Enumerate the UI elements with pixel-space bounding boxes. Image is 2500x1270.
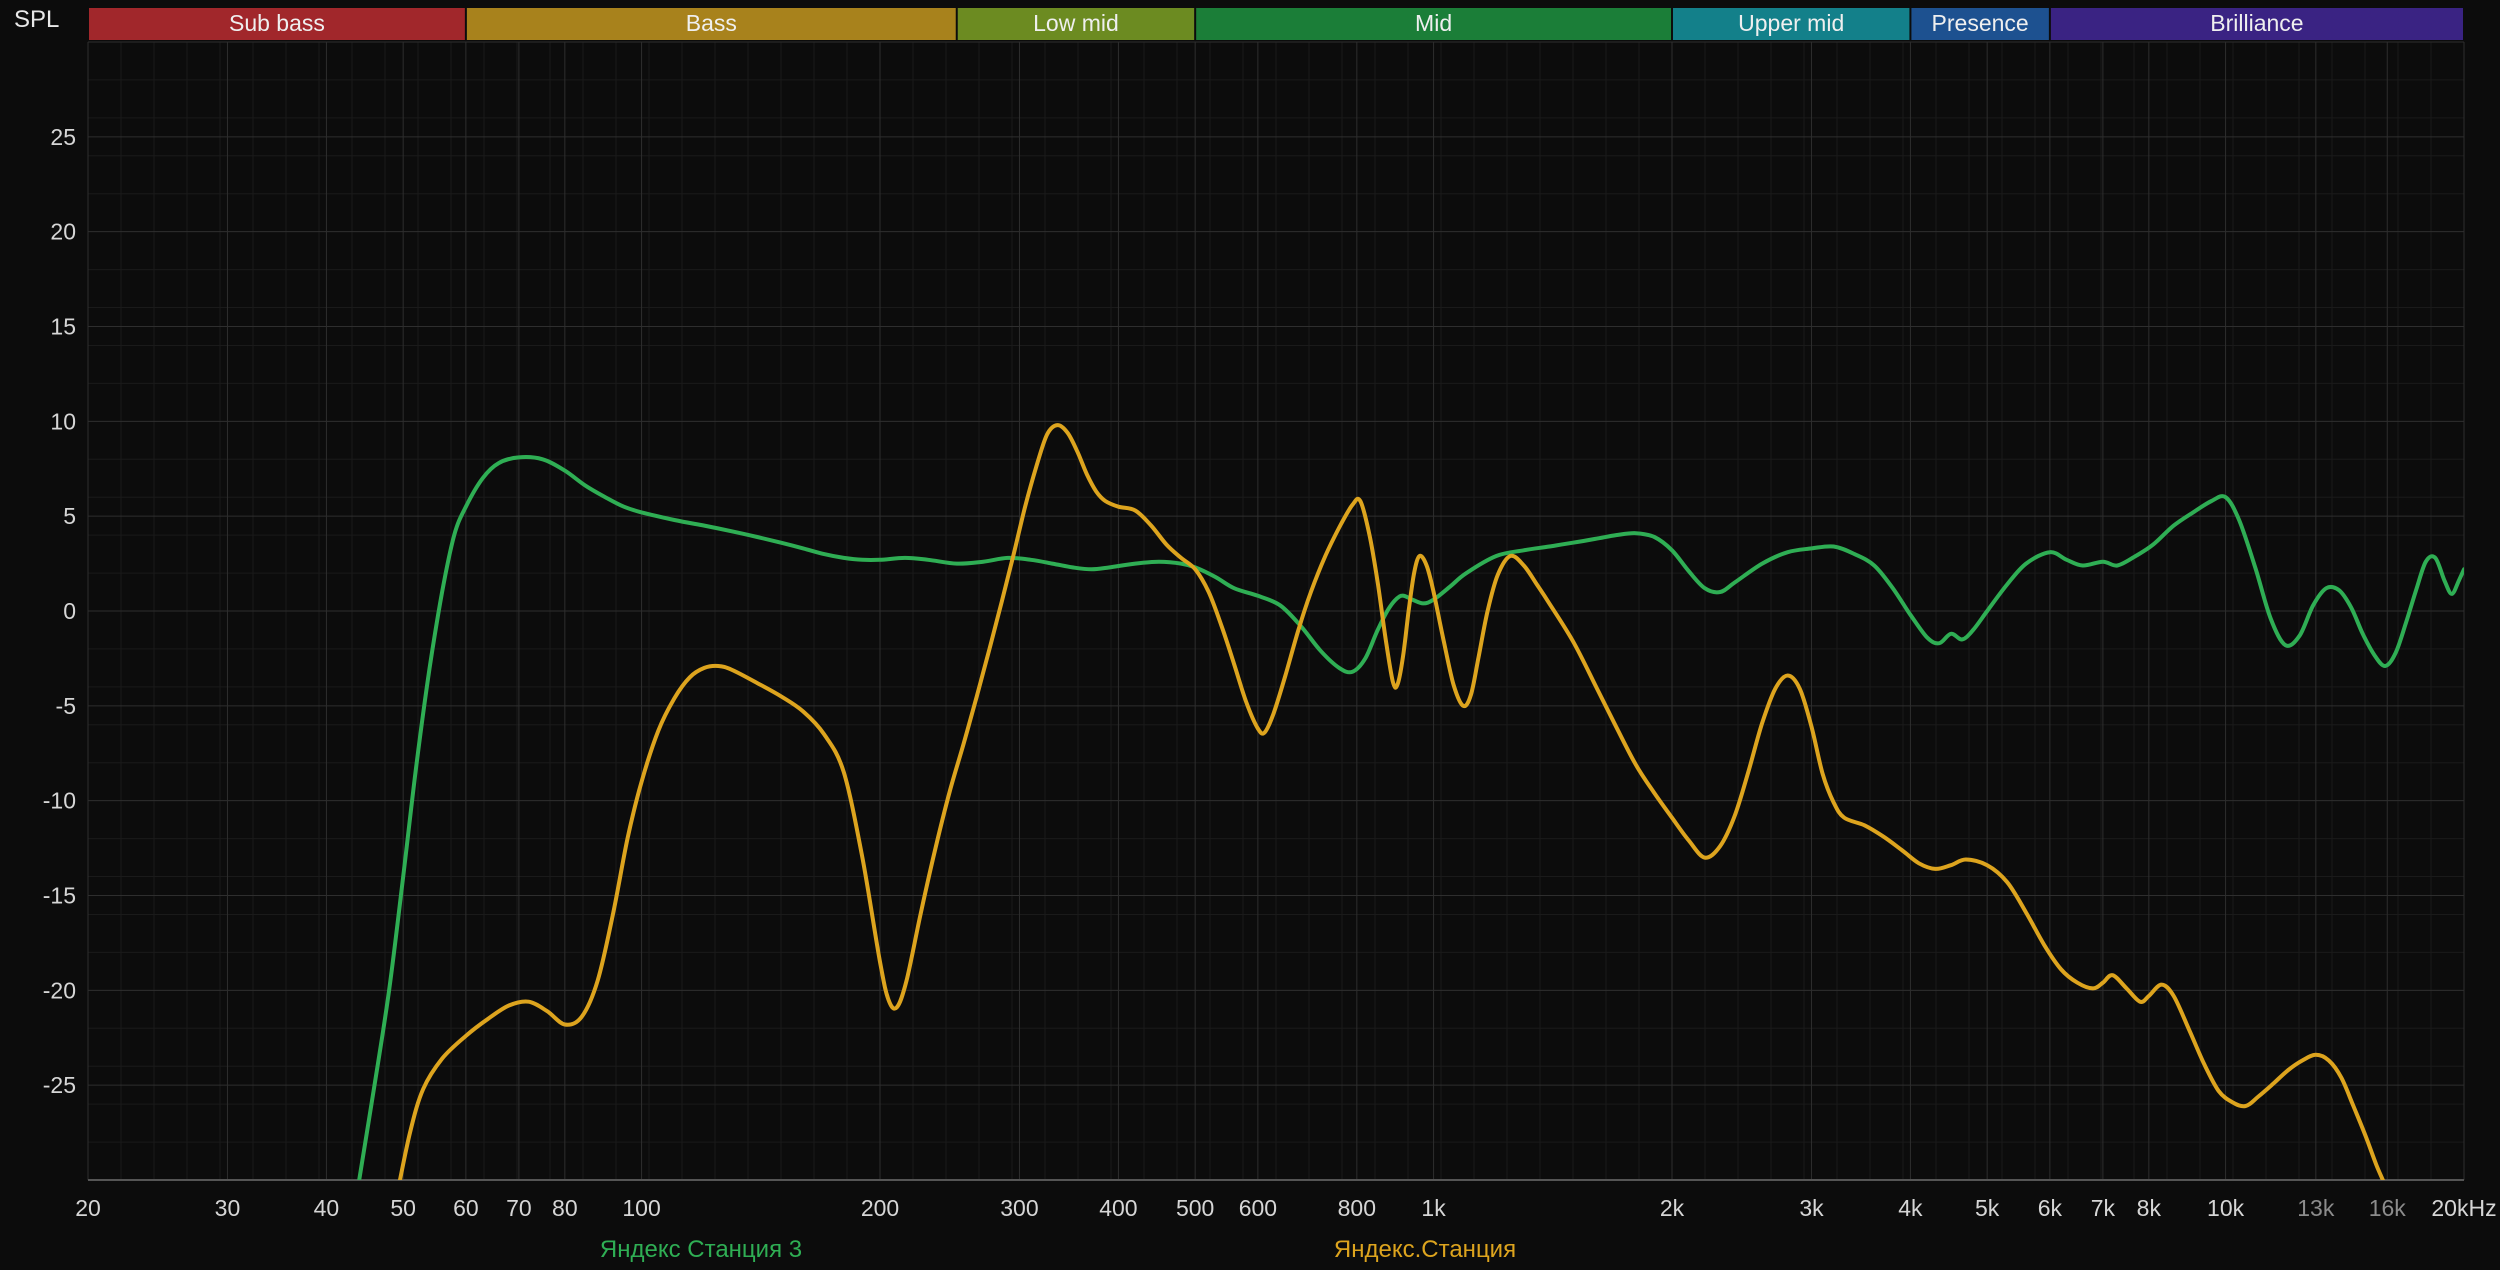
x-tick-label: 8k	[2137, 1195, 2162, 1221]
band-label-brilliance: Brilliance	[2210, 10, 2303, 36]
y-tick-label: -15	[43, 883, 76, 909]
x-tick-label: 30	[215, 1195, 241, 1221]
x-tick-label: 200	[861, 1195, 899, 1221]
x-tick-label: 600	[1239, 1195, 1277, 1221]
x-tick-label: 500	[1176, 1195, 1214, 1221]
band-label-low-mid: Low mid	[1033, 10, 1119, 36]
y-tick-label: 5	[63, 503, 76, 529]
series-path-0	[357, 455, 2464, 1180]
y-tick-label: 10	[50, 408, 76, 434]
y-tick-label: -5	[56, 693, 76, 719]
y-tick-label: 15	[50, 314, 76, 340]
y-tick-label: -10	[43, 788, 76, 814]
frequency-response-chart: Sub bass Bass Low mid Mid Upper mid Presence B…	[43, 8, 2497, 1221]
frequency-response-page: SPL Sub bass Bass Low mid Mid Upper mid Prese…	[0, 0, 2500, 1270]
band-row: Sub bass Bass Low mid Mid Upper mid Presence B…	[89, 8, 2463, 40]
x-tick-label: 40	[314, 1195, 340, 1221]
x-tick-label: 1k	[1421, 1195, 1446, 1221]
x-tick-label: 300	[1000, 1195, 1038, 1221]
x-tick-label: 60	[453, 1195, 479, 1221]
x-tick-label: 100	[622, 1195, 660, 1221]
band-label-sub-bass: Sub bass	[229, 10, 325, 36]
legend-item-yandex-stanciya: Яндекс.Станция	[1333, 1236, 1517, 1263]
y-tick-label: 20	[50, 219, 76, 245]
y-tick-label: 0	[63, 598, 76, 624]
x-tick-label: 7k	[2091, 1195, 2116, 1221]
x-tick-label: 4k	[1898, 1195, 1923, 1221]
x-tick-label: 50	[390, 1195, 416, 1221]
x-tick-label: 13k	[2297, 1195, 2335, 1221]
y-axis-labels: 25 20 15 10 5 0 -5 -10 -15 -20 -25	[43, 124, 76, 1098]
band-label-mid: Mid	[1415, 10, 1452, 36]
x-tick-label: 400	[1099, 1195, 1137, 1221]
plot-grid	[87, 41, 2465, 1181]
legend-item-yandex-stanciya-3: Яндекс Станция 3	[599, 1236, 803, 1263]
x-tick-label: 10k	[2207, 1195, 2245, 1221]
band-label-bass: Bass	[686, 10, 737, 36]
x-tick-label: 16k	[2369, 1195, 2407, 1221]
band-label-upper-mid: Upper mid	[1738, 10, 1844, 36]
x-tick-label: 70	[506, 1195, 532, 1221]
x-tick-label: 80	[552, 1195, 578, 1221]
x-tick-label: 800	[1338, 1195, 1376, 1221]
series-curves	[357, 423, 2464, 1180]
x-tick-label: 6k	[2038, 1195, 2063, 1221]
x-axis-labels: 20 30 40 50 60 70 80 100 200 300 400 500 600 800 1k 2k 3…	[75, 1195, 2496, 1221]
y-tick-label: 25	[50, 124, 76, 150]
x-tick-label: 5k	[1975, 1195, 2000, 1221]
x-tick-label: 2k	[1660, 1195, 1685, 1221]
x-tick-label: 3k	[1799, 1195, 1824, 1221]
band-label-presence: Presence	[1932, 10, 2029, 36]
y-tick-label: -20	[43, 977, 76, 1003]
series-path-1	[397, 423, 2385, 1180]
x-tick-label: 20	[75, 1195, 101, 1221]
y-tick-label: -25	[43, 1072, 76, 1098]
x-tick-label: 20kHz	[2431, 1195, 2496, 1221]
